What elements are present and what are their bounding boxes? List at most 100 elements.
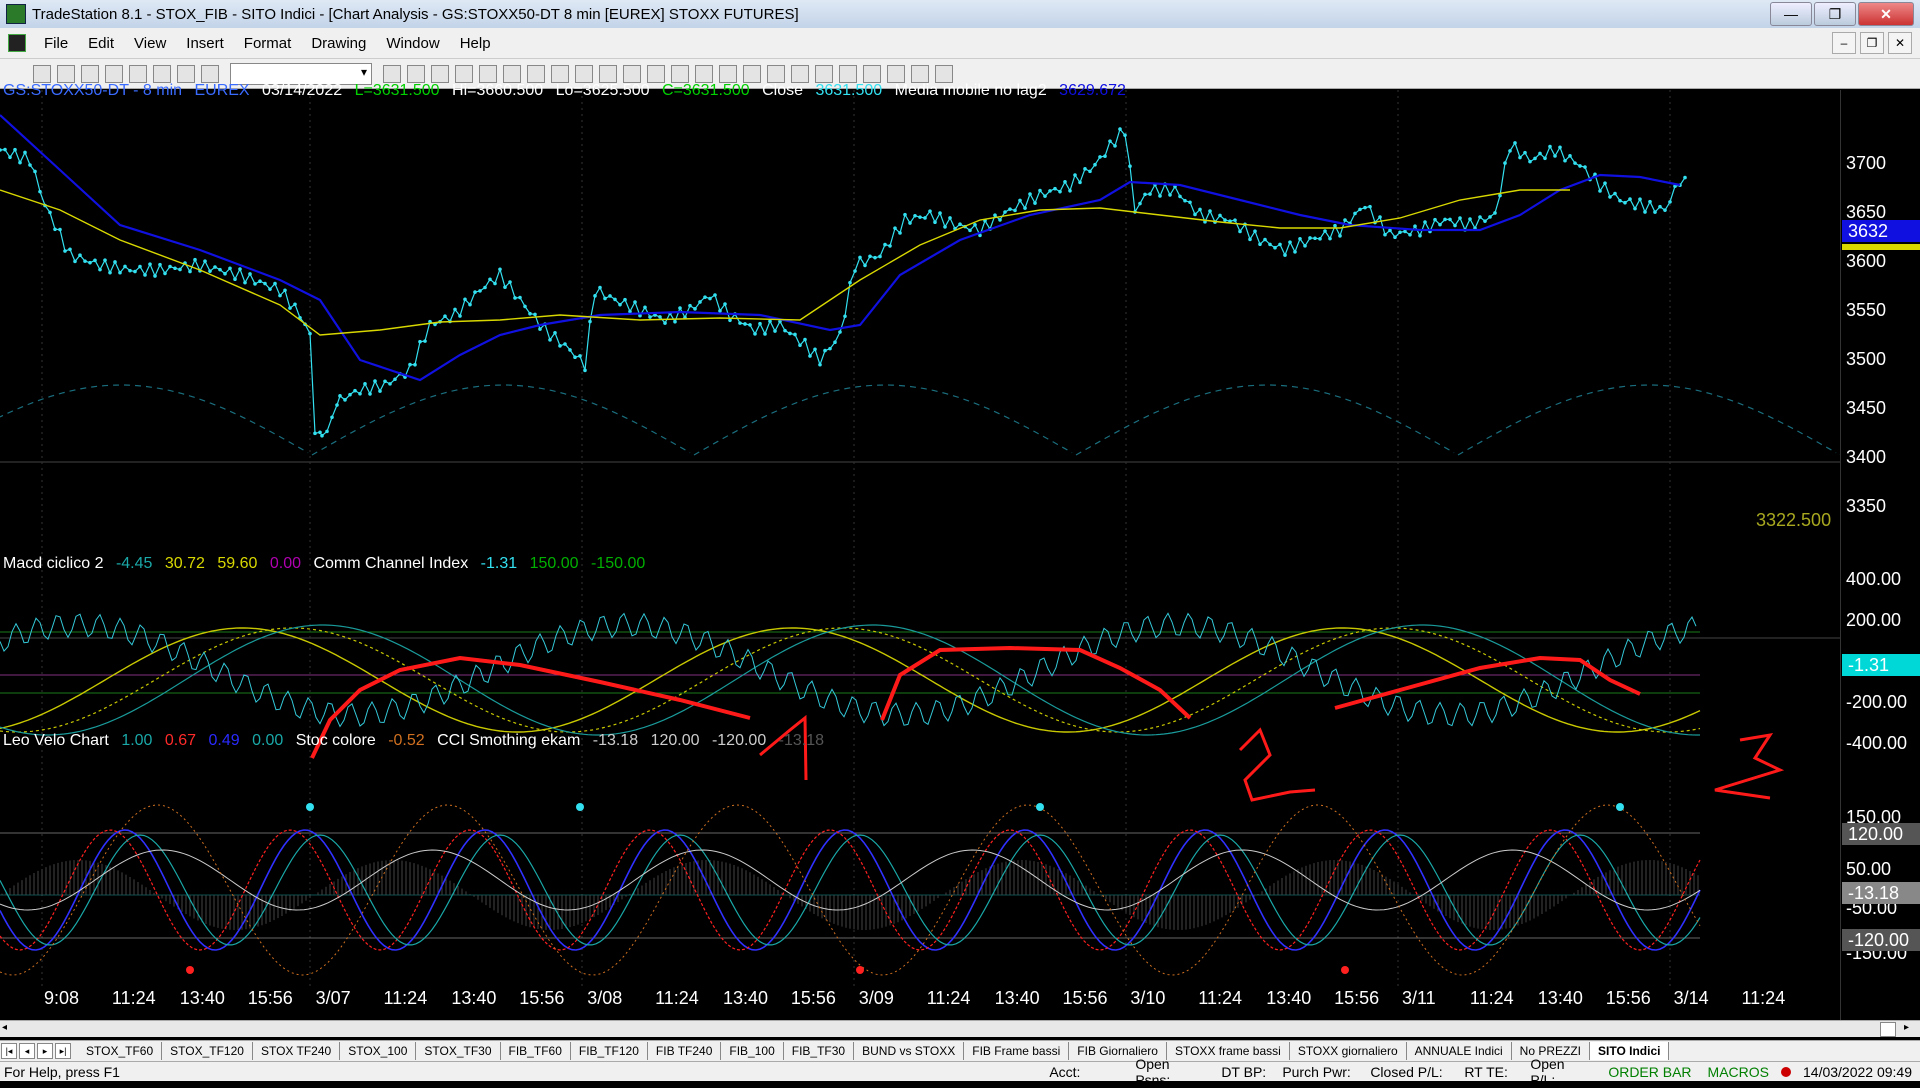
crosshair-icon[interactable] [695,64,713,83]
cursor-icon[interactable] [671,64,689,83]
indicator-icon[interactable] [479,64,497,83]
time-tick: 13:40 [1266,988,1312,1008]
macros-button[interactable]: MACROS [1700,1064,1777,1080]
mdi-restore-button[interactable]: ❐ [1860,32,1884,54]
menu-drawing[interactable]: Drawing [301,35,376,52]
price-dot [3,147,7,152]
tab-first-icon[interactable]: |◂ [1,1043,17,1059]
menu-view[interactable]: View [124,35,176,52]
legend-lo: Lo=3625.500 [555,82,650,99]
price-dot [1278,242,1282,247]
price-dot [748,323,752,327]
price-dot [1038,188,1042,193]
tab-stox-tf30[interactable]: STOX_TF30 [416,1042,501,1060]
menu-format[interactable]: Format [234,35,302,52]
workspace-icon[interactable] [201,64,219,83]
chart-window[interactable]: GS:STOXX50-DT - 8 min EUREX 03/14/2022 L… [0,82,1920,1022]
circle-icon[interactable] [887,64,905,83]
scroll-left-arrow-icon[interactable]: ◂ [2,1022,16,1035]
time-axis[interactable]: 9:08 11:24 13:40 15:56 3/07 11:24 13:40 15:56 3/… [0,988,1840,1012]
tab-stox-tf60[interactable]: STOX_TF60 [78,1042,163,1060]
zoom-out-icon[interactable] [647,64,665,83]
tab-fib-tf30[interactable]: FIB_TF30 [784,1042,855,1060]
time-tick: 15:56 [1605,988,1651,1008]
order-bar-button[interactable]: ORDER BAR [1600,1064,1699,1080]
tab-annuale-indici[interactable]: ANNUALE Indici [1407,1042,1512,1060]
tab-prev-icon[interactable]: ◂ [19,1043,35,1059]
text-icon[interactable] [935,64,953,83]
lock-icon[interactable] [177,64,195,83]
arrow-down-icon[interactable] [863,64,881,83]
tab-next-icon[interactable]: ▸ [37,1043,53,1059]
menu-edit[interactable]: Edit [78,35,124,52]
price-dot [1648,199,1652,204]
play-icon[interactable] [383,64,401,83]
price-dot [1273,245,1277,250]
tab-sito-indici[interactable]: SITO Indici [1590,1042,1670,1060]
status-open-psns: Open Psns: [1135,1055,1171,1088]
price-dot [113,260,117,264]
price-dot [1073,173,1077,177]
tab-fib-frame-bassi[interactable]: FIB Frame bassi [964,1042,1070,1060]
rect-icon[interactable] [911,64,929,83]
tab-stox-tf120[interactable]: STOX_TF120 [162,1042,253,1060]
fibonacci-icon[interactable] [791,64,809,83]
maximize-button[interactable]: ❐ [1814,2,1856,26]
print-icon[interactable] [105,64,123,83]
save-icon[interactable] [81,64,99,83]
mdi-minimize-button[interactable]: – [1832,32,1856,54]
price-dot [603,296,607,301]
price-dot [1438,222,1442,227]
time-tick: 15:56 [790,988,836,1008]
trendline-icon[interactable] [743,64,761,83]
price-dot [1393,235,1397,240]
zoom-in-icon[interactable] [623,64,641,83]
chart-icon[interactable] [129,64,147,83]
open-icon[interactable] [57,64,75,83]
price-dot [1103,154,1107,159]
menu-insert[interactable]: Insert [176,35,234,52]
price-dot [1098,155,1102,159]
menu-help[interactable]: Help [450,35,501,52]
new-icon[interactable] [33,64,51,83]
price-dot [443,314,447,319]
line-chart-icon[interactable] [599,64,617,83]
tab-fib-100[interactable]: FIB_100 [721,1042,784,1060]
minimize-button[interactable]: — [1770,2,1812,26]
tab-fib-tf120[interactable]: FIB_TF120 [571,1042,648,1060]
zoom-icon[interactable] [407,64,425,83]
price-dot [853,269,857,273]
price-dot [348,392,352,397]
menu-window[interactable]: Window [376,35,449,52]
mdi-close-button[interactable]: ✕ [1888,32,1912,54]
alert-icon[interactable] [527,64,545,83]
strategy-icon[interactable] [503,64,521,83]
tab-stox-tf240[interactable]: STOX TF240 [253,1042,341,1060]
arrow-up-icon[interactable] [839,64,857,83]
price-dot [1013,208,1017,213]
bar-chart-icon[interactable] [551,64,569,83]
scroll-thumb[interactable] [1880,1022,1896,1037]
tab-fib-tf240[interactable]: FIB TF240 [648,1042,722,1060]
horizontal-line-icon[interactable] [767,64,785,83]
price-dot [1533,156,1537,161]
scroll-right-arrow-icon[interactable]: ▸ [1904,1022,1918,1035]
tab-last-icon[interactable]: ▸| [55,1043,71,1059]
hammer-icon[interactable] [719,64,737,83]
channel-icon[interactable] [815,64,833,83]
tab-stoxx-giornaliero[interactable]: STOXX giornaliero [1290,1042,1407,1060]
tab-stox-100[interactable]: STOX_100 [340,1042,417,1060]
horizontal-scrollbar[interactable]: ◂ ▸ [0,1020,1920,1037]
price-dot [918,215,922,219]
menu-file[interactable]: File [34,35,78,52]
grid-icon[interactable] [153,64,171,83]
price-dot [763,332,767,336]
candle-icon[interactable] [575,64,593,83]
price-dot [1513,141,1517,145]
format-icon[interactable] [431,64,449,83]
close-button[interactable]: ✕ [1858,2,1914,26]
velo-marker-bot: -120.00 [1842,929,1920,951]
tab-fib-tf60[interactable]: FIB_TF60 [501,1042,571,1060]
table-icon[interactable] [455,64,473,83]
tab-bund-vs-stoxx[interactable]: BUND vs STOXX [854,1042,965,1060]
